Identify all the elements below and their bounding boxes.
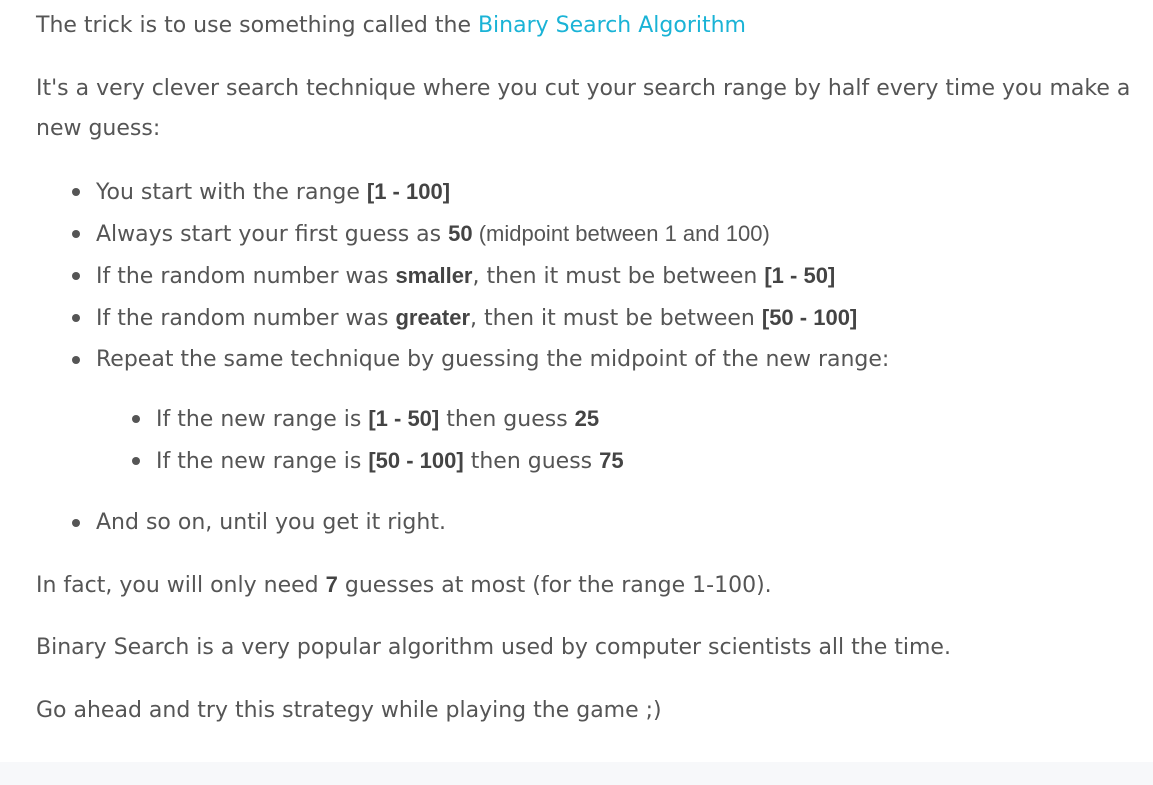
list-item: If the random number was greater, then i…: [36, 297, 889, 339]
final-steps-list: And so on, until you get it right.: [36, 502, 446, 543]
list-item: If the new range is [1 - 50] then guess …: [36, 398, 624, 440]
fact-paragraph: In fact, you will only need 7 guesses at…: [36, 572, 772, 598]
intro-paragraph: The trick is to use something called the…: [36, 6, 746, 46]
binary-search-link[interactable]: Binary Search Algorithm: [478, 13, 746, 38]
popularity-paragraph: Binary Search is a very popular algorith…: [36, 635, 951, 660]
bullet-icon: [72, 272, 80, 280]
sub-steps-list: If the new range is [1 - 50] then guess …: [36, 398, 624, 482]
list-item: If the random number was smaller, then i…: [36, 255, 889, 297]
bullet-icon: [72, 314, 80, 322]
list-item: Always start your first guess as 50 (mid…: [36, 213, 889, 255]
bullet-icon: [72, 519, 80, 527]
list-item: If the new range is [50 - 100] then gues…: [36, 440, 624, 482]
closing-paragraph: Go ahead and try this strategy while pla…: [36, 698, 662, 723]
intro-text: The trick is to use something called the: [36, 13, 478, 38]
list-item: Repeat the same technique by guessing th…: [36, 339, 889, 380]
bullet-icon: [132, 415, 140, 423]
bullet-icon: [72, 356, 80, 364]
bullet-icon: [72, 188, 80, 196]
bullet-icon: [132, 457, 140, 465]
footer-band: [0, 762, 1153, 785]
steps-list: You start with the range [1 - 100] Alway…: [36, 171, 889, 380]
explanation-paragraph: It's a very clever search technique wher…: [36, 76, 1131, 141]
list-item: You start with the range [1 - 100]: [36, 171, 889, 213]
bullet-icon: [72, 230, 80, 238]
list-item: And so on, until you get it right.: [36, 502, 446, 543]
